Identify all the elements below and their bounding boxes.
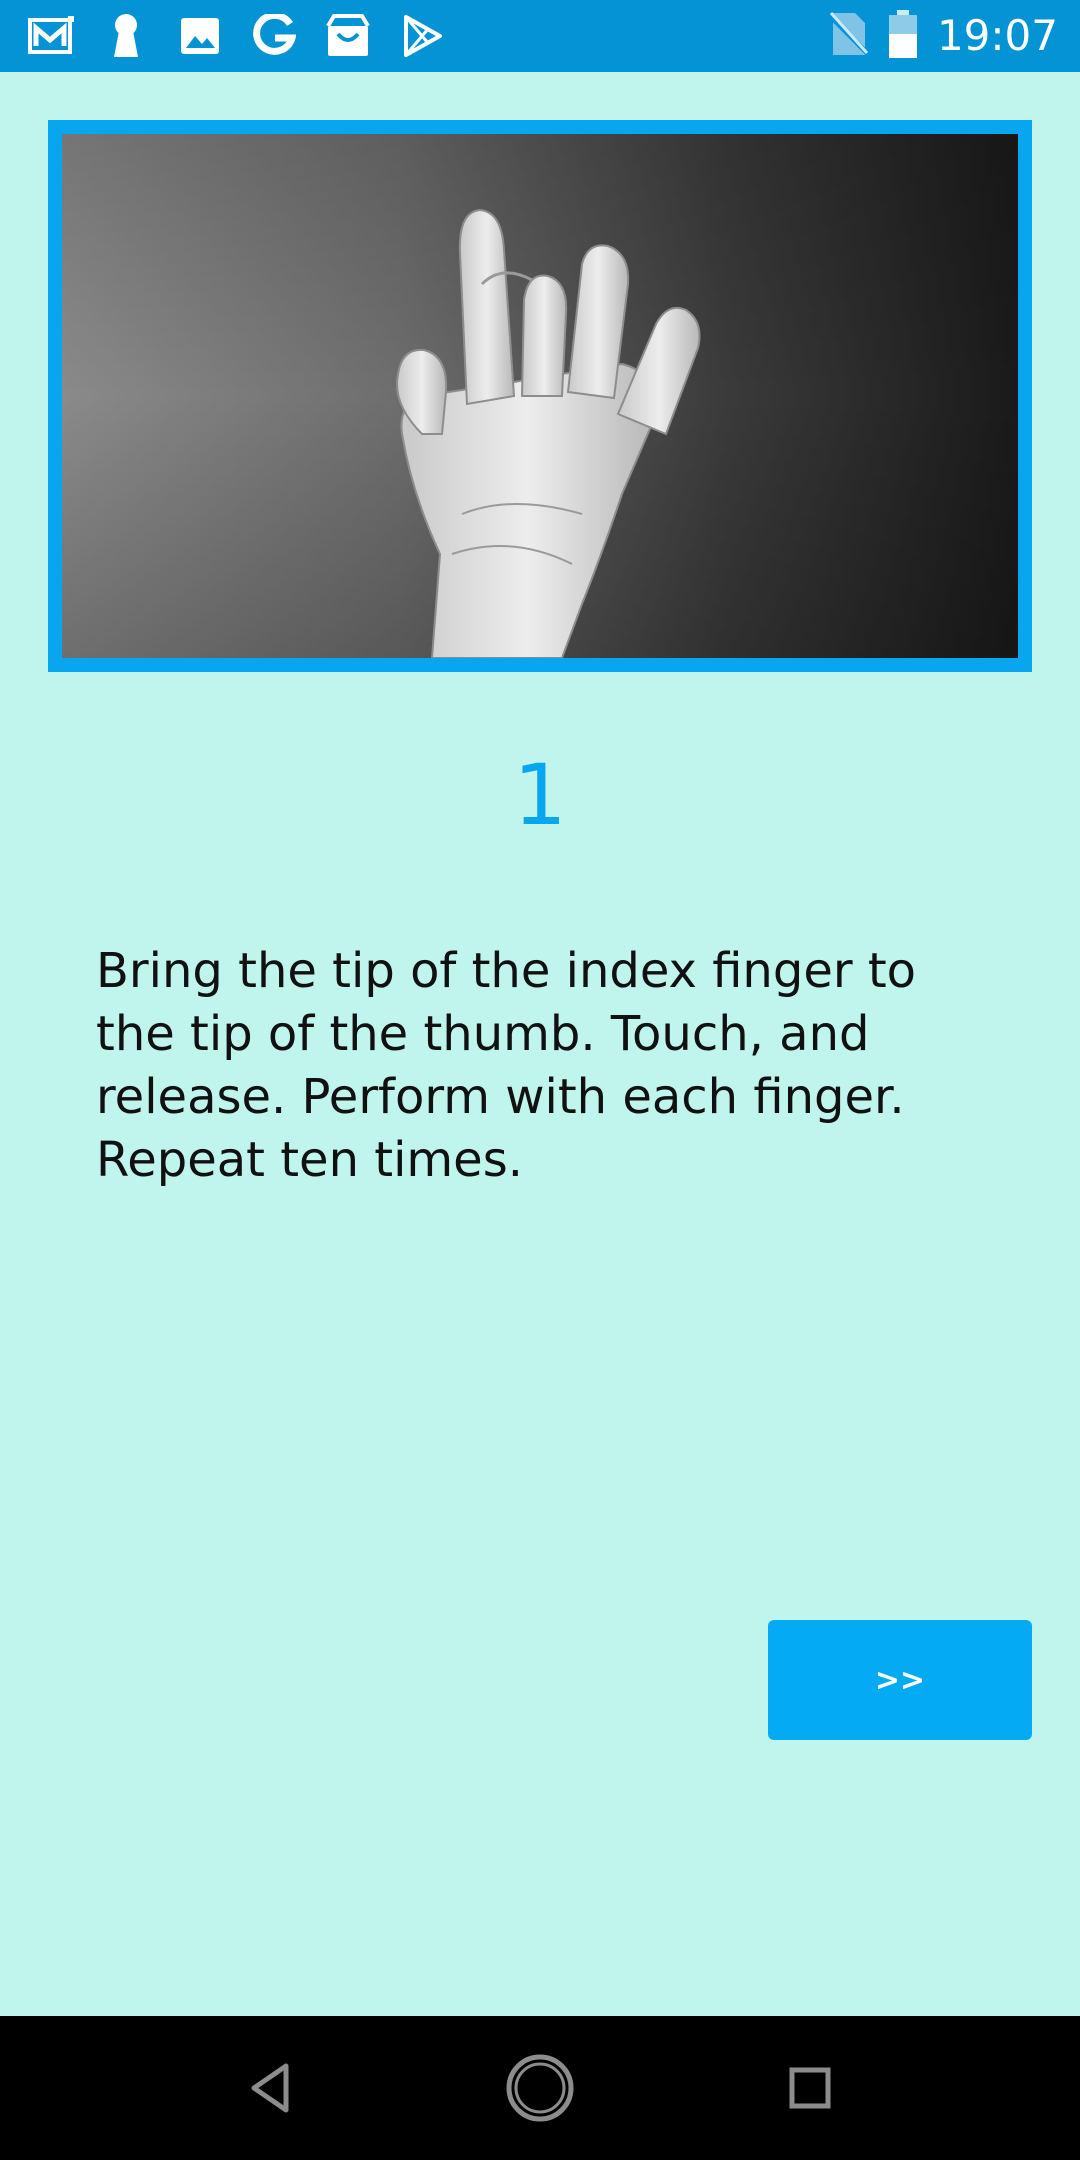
notification-icons bbox=[28, 12, 446, 60]
hand-exercise-image bbox=[62, 134, 1018, 658]
home-icon[interactable] bbox=[504, 2052, 576, 2124]
system-icons: 19:07 bbox=[827, 10, 1058, 62]
google-icon bbox=[250, 12, 298, 60]
back-icon[interactable] bbox=[234, 2052, 306, 2124]
step-number: 1 bbox=[513, 746, 567, 844]
gmail-icon bbox=[28, 12, 76, 60]
navigation-bar bbox=[0, 2016, 1080, 2160]
keyhole-icon bbox=[102, 12, 150, 60]
recents-icon[interactable] bbox=[774, 2052, 846, 2124]
next-button[interactable]: >> bbox=[768, 1620, 1032, 1740]
status-bar: 19:07 bbox=[0, 0, 1080, 72]
battery-icon bbox=[888, 10, 917, 62]
android-store-icon bbox=[324, 12, 372, 60]
no-sim-icon bbox=[827, 11, 871, 61]
image-icon bbox=[176, 12, 224, 60]
exercise-instruction: Bring the tip of the index finger to the… bbox=[96, 943, 917, 1188]
status-clock: 19:07 bbox=[936, 11, 1058, 60]
play-store-icon bbox=[398, 12, 446, 60]
exercise-image-frame bbox=[48, 120, 1032, 672]
